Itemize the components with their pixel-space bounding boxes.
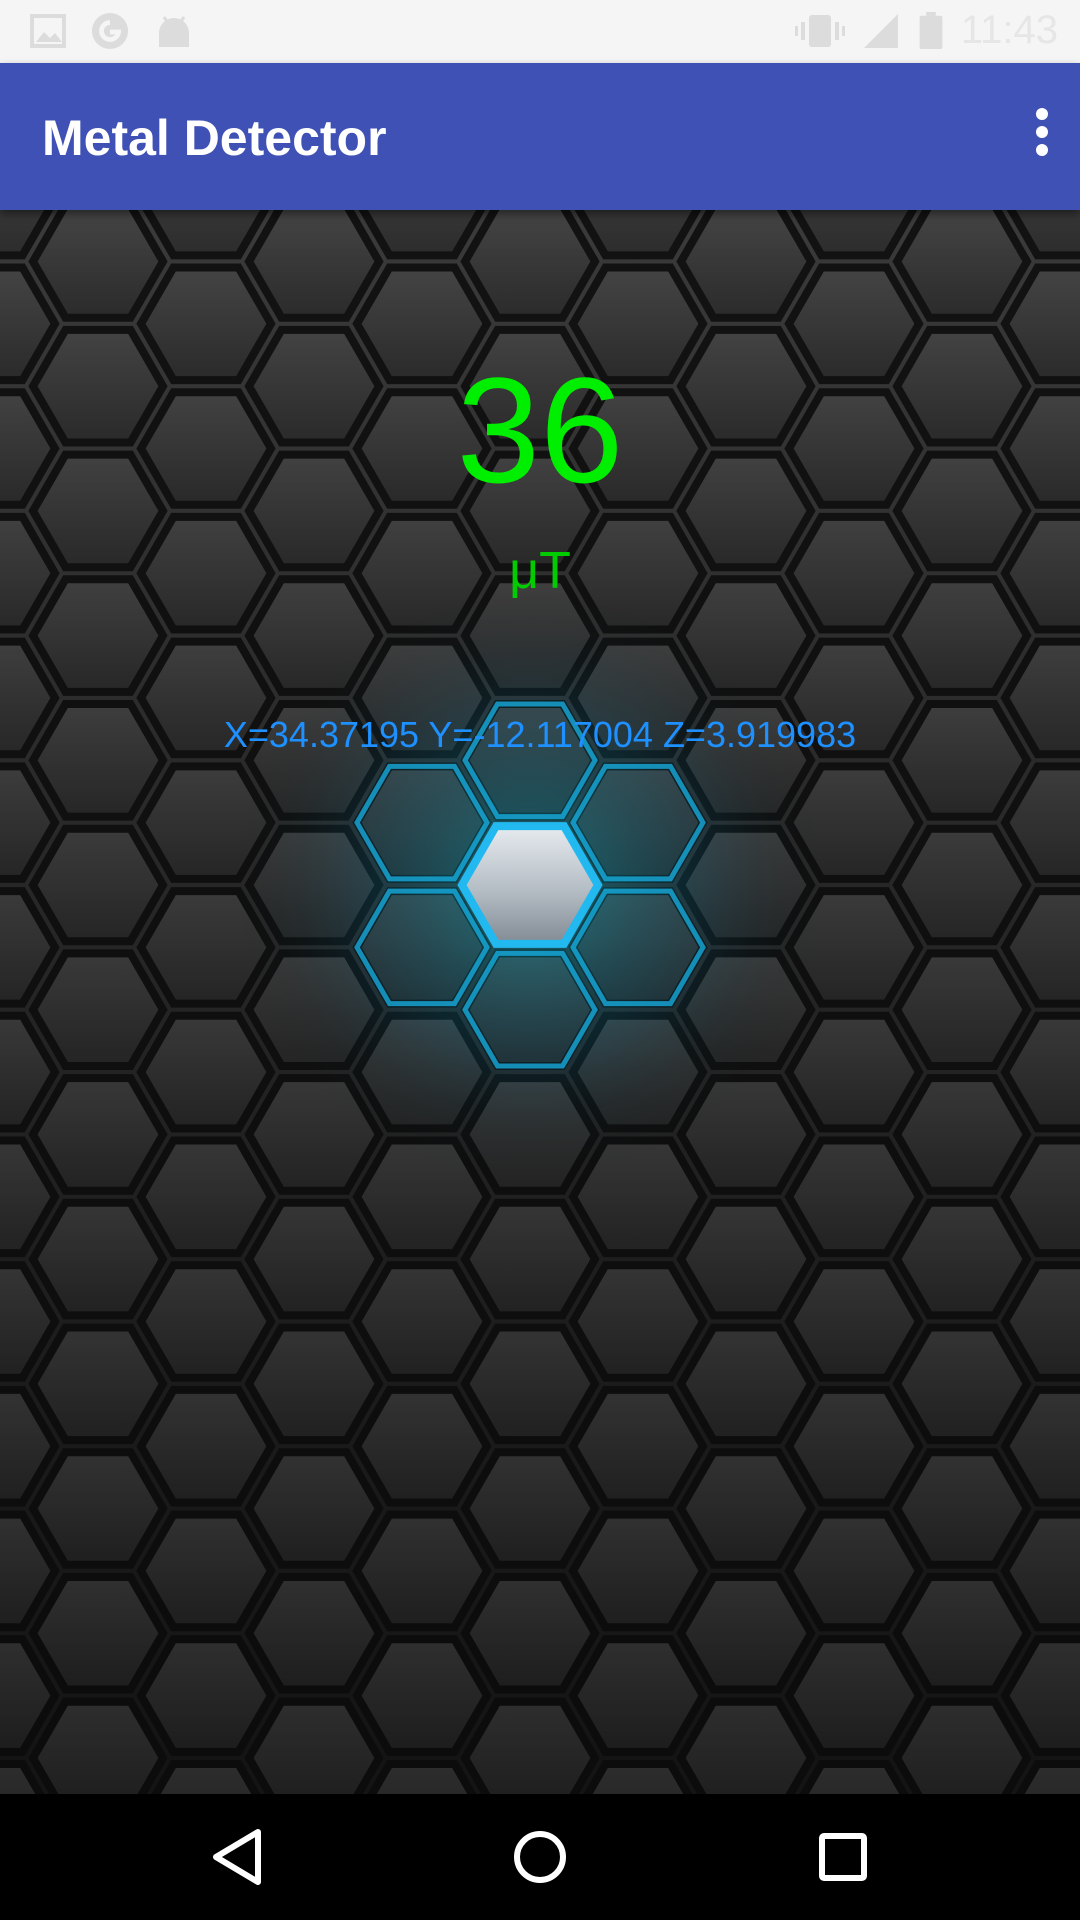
more-vert-icon [1036, 108, 1048, 156]
signal-icon [864, 14, 898, 48]
back-triangle-icon [213, 1829, 261, 1885]
android-icon [159, 16, 189, 47]
image-icon [30, 14, 66, 48]
axis-values: X=34.37195 Y=-12.117004 Z=3.919983 [223, 714, 857, 755]
back-button[interactable] [202, 1822, 272, 1892]
recents-square-icon [819, 1833, 867, 1881]
recents-button[interactable] [808, 1822, 878, 1892]
google-icon [91, 12, 129, 50]
field-strength-unit: μT [509, 542, 571, 600]
home-circle-icon [514, 1831, 566, 1883]
field-strength-value: 36 [456, 346, 624, 514]
status-bar: 11:43 [0, 0, 1080, 63]
app-title: Metal Detector [42, 110, 387, 166]
vibrate-icon [795, 15, 845, 47]
navigation-bar [0, 1794, 1080, 1920]
overflow-menu-button[interactable] [1002, 97, 1062, 177]
app-bar: Metal Detector [0, 63, 1080, 210]
center-hex-indicator [457, 822, 603, 948]
battery-icon [919, 12, 943, 50]
detector-area: 36 μT X=34.37195 Y=-12.117004 Z=3.919983 [0, 210, 1080, 1794]
home-button[interactable] [505, 1822, 575, 1892]
screen: 11:43 Metal Detector 36 μT X=34.37195 Y=… [0, 0, 1080, 1920]
status-time: 11:43 [960, 8, 1058, 52]
